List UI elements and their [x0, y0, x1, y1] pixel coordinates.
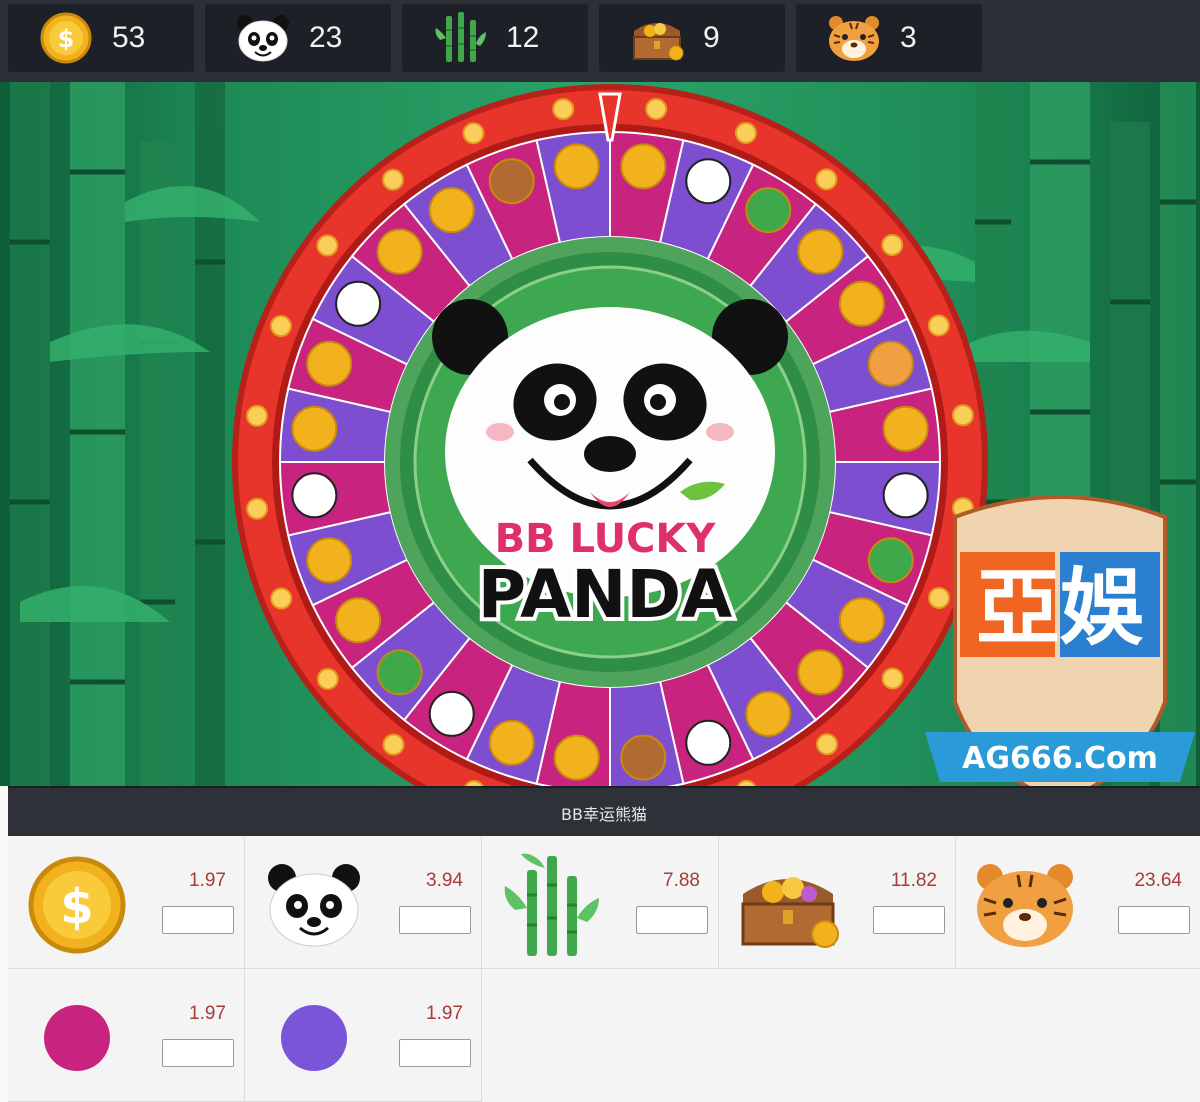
bet-amount-input[interactable] [1118, 906, 1190, 934]
bet-option-purple[interactable]: 1.97 [245, 969, 482, 1102]
bet-option-bamboo[interactable]: 7.88 [482, 836, 719, 969]
odds-value: 3.94 [426, 870, 463, 891]
odds-value: 1.97 [189, 1003, 226, 1024]
ag666-watermark: 亞娛 AG666.Com [925, 495, 1195, 786]
odds-value: 7.88 [663, 870, 700, 891]
stat-coins-count: 53 [112, 21, 146, 54]
bet-amount-input[interactable] [162, 1039, 234, 1067]
odds-value: 23.64 [1134, 870, 1182, 891]
magenta-circle-icon [22, 983, 132, 1093]
watermark-site: AG666.Com [962, 741, 1158, 776]
bet-option-tiger[interactable]: 23.64 [956, 836, 1200, 969]
bamboo-icon [430, 8, 490, 68]
bet-grid: $ 1.97 3.94 7.88 11.82 23.64 1.97 1.97 [8, 836, 1200, 1102]
stat-pandas-count: 23 [309, 21, 343, 54]
panel-left-strip [0, 786, 8, 1102]
stat-treasure: 9 [599, 4, 785, 72]
coin-icon: $ [36, 8, 96, 68]
bet-panel-title-text: BB幸运熊猫 [561, 805, 647, 824]
odds-value: 11.82 [890, 870, 937, 891]
stat-coins: $ 53 [8, 4, 194, 72]
treasure-chest-icon [733, 850, 843, 960]
bet-panel-title: BB幸运熊猫 [8, 786, 1200, 838]
bet-option-magenta[interactable]: 1.97 [8, 969, 245, 1102]
tiger-icon [824, 8, 884, 68]
stats-bar: $ 53 23 12 9 3 [0, 0, 1200, 82]
panda-icon [233, 8, 293, 68]
game-logo: BB LUCKY PANDA [474, 514, 737, 638]
bet-amount-input[interactable] [399, 906, 471, 934]
bet-amount-input[interactable] [162, 906, 234, 934]
stat-bamboo: 12 [402, 4, 588, 72]
stat-pandas: 23 [205, 4, 391, 72]
logo-line2: PANDA [478, 556, 733, 633]
coin-icon: $ [22, 850, 132, 960]
game-stage: BB LUCKY PANDA 亞娛 AG666.Com [0, 82, 1200, 786]
panda-icon [259, 850, 369, 960]
tiger-icon [970, 850, 1080, 960]
stat-tigers-count: 3 [900, 21, 917, 54]
purple-circle-icon [259, 983, 369, 1093]
treasure-chest-icon [627, 8, 687, 68]
bet-amount-input[interactable] [873, 906, 945, 934]
svg-text:$: $ [58, 25, 75, 53]
stat-tigers: 3 [796, 4, 982, 72]
bamboo-icon [496, 850, 606, 960]
bet-amount-input[interactable] [399, 1039, 471, 1067]
bet-option-coin[interactable]: $ 1.97 [8, 836, 245, 969]
bet-option-panda[interactable]: 3.94 [245, 836, 482, 969]
bet-option-treasure[interactable]: 11.82 [719, 836, 956, 969]
svg-text:$: $ [60, 879, 93, 935]
odds-value: 1.97 [189, 870, 226, 891]
watermark-main: 亞娛 [976, 559, 1144, 657]
odds-value: 1.97 [426, 1003, 463, 1024]
stat-treasure-count: 9 [703, 21, 720, 54]
bet-amount-input[interactable] [636, 906, 708, 934]
stat-bamboo-count: 12 [506, 21, 540, 54]
